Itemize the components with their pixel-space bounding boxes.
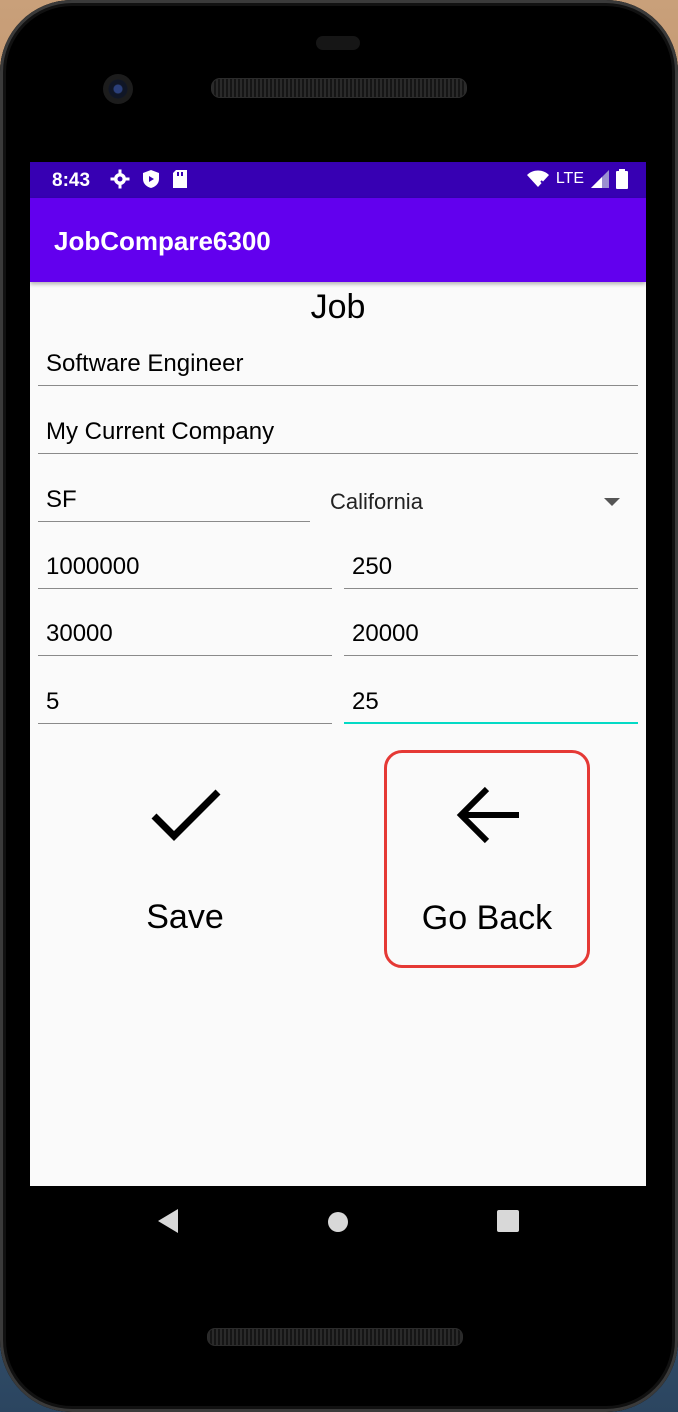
- gear-icon: [110, 169, 130, 189]
- salary-value: 1000000: [46, 553, 140, 580]
- training-value: 5: [46, 688, 60, 715]
- dropdown-arrow-icon: [604, 498, 620, 506]
- nav-home-icon[interactable]: [328, 1212, 348, 1232]
- app-title: JobCompare6300: [54, 226, 271, 256]
- save-label: Save: [146, 898, 224, 936]
- network-type: LTE: [555, 170, 584, 187]
- company-field[interactable]: My Current Company: [38, 410, 638, 454]
- nav-back-icon[interactable]: [157, 1208, 179, 1234]
- front-camera-icon: [103, 74, 133, 104]
- company-value: My Current Company: [46, 418, 275, 445]
- state-dropdown[interactable]: California: [330, 480, 620, 524]
- relocation-value: 20000: [352, 620, 419, 647]
- salary-field[interactable]: 1000000: [38, 545, 332, 589]
- relocation-field[interactable]: 20000: [344, 612, 638, 656]
- state-selected: California: [330, 489, 423, 514]
- status-time: 8:43: [52, 170, 91, 191]
- battery-icon: [616, 169, 628, 189]
- app-bar: JobCompare6300: [30, 198, 646, 282]
- signal-icon: [591, 170, 609, 188]
- app-screen: 8:43 LTE JobCompare6300 Job Software Eng…: [30, 162, 646, 1186]
- proximity-sensor: [316, 36, 360, 50]
- job-title-value: Software Engineer: [46, 350, 244, 377]
- bonus-value: 30000: [46, 620, 113, 647]
- bonus-field[interactable]: 30000: [38, 612, 332, 656]
- sd-card-icon: [173, 170, 187, 188]
- cost-of-living-value: 250: [352, 553, 393, 580]
- status-bar: 8:43 LTE: [30, 162, 646, 198]
- checkmark-icon: [151, 789, 221, 841]
- wifi-icon: [526, 170, 549, 188]
- city-field[interactable]: SF: [38, 478, 310, 522]
- save-button[interactable]: Save: [82, 750, 288, 968]
- leave-field[interactable]: 25: [344, 680, 638, 724]
- go-back-button[interactable]: Go Back: [384, 750, 590, 968]
- earpiece-speaker: [211, 78, 467, 98]
- system-nav-bar: [30, 1186, 646, 1256]
- page-title: Job: [310, 288, 366, 326]
- city-value: SF: [46, 486, 77, 513]
- nav-recent-icon[interactable]: [497, 1210, 519, 1232]
- training-field[interactable]: 5: [38, 680, 332, 724]
- leave-value: 25: [352, 688, 379, 715]
- job-title-field[interactable]: Software Engineer: [38, 342, 638, 386]
- go-back-label: Go Back: [421, 899, 553, 937]
- bottom-speaker: [207, 1328, 463, 1346]
- phone-frame: 8:43 LTE JobCompare6300 Job Software Eng…: [0, 0, 678, 1412]
- arrow-left-icon: [456, 786, 519, 844]
- shield-icon: [143, 170, 159, 188]
- cost-of-living-field[interactable]: 250: [344, 545, 638, 589]
